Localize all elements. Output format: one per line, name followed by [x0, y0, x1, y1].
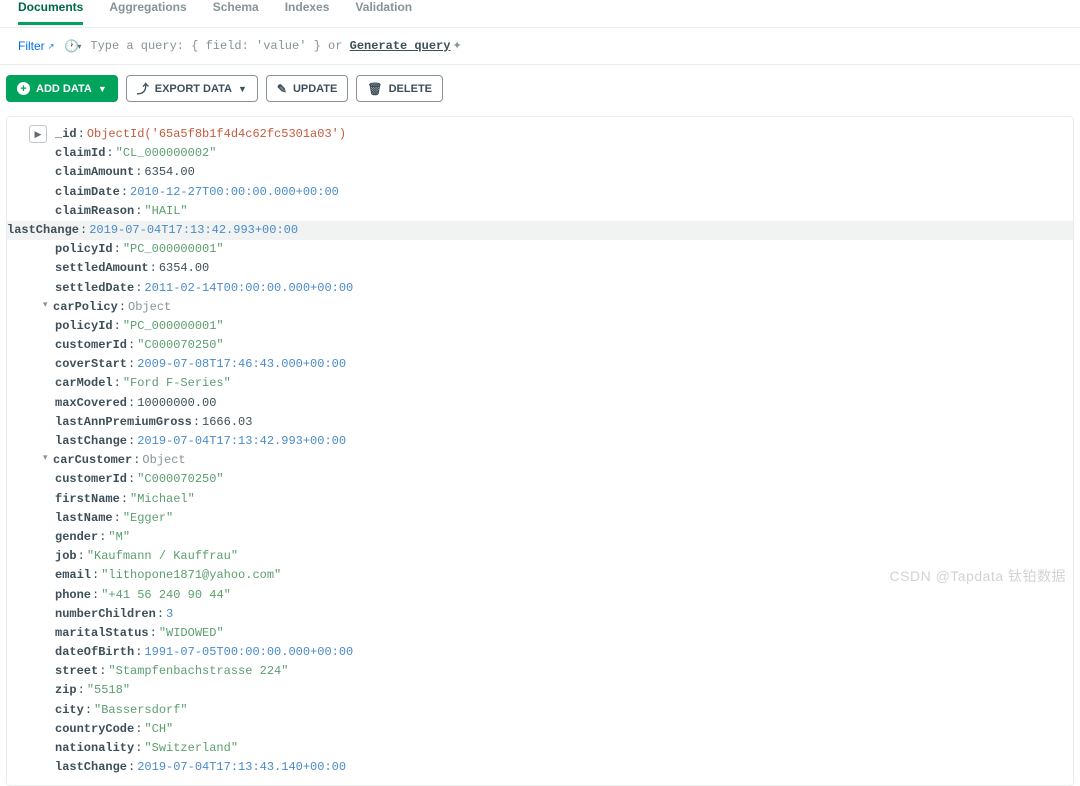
field-row[interactable]: dateOfBirth: 1991-07-05T00:00:00.000+00:…: [55, 643, 1063, 662]
tab-bar: Documents Aggregations Schema Indexes Valida…: [0, 0, 1080, 28]
trash-icon: 🗑: [367, 82, 382, 96]
export-icon: ⤴: [137, 80, 149, 97]
field-row[interactable]: claimReason: "HAIL": [55, 202, 1063, 221]
history-icon[interactable]: 🕐 ▾: [64, 38, 80, 54]
query-bar: Filter↗ 🕐 ▾ Type a query: { field: 'valu…: [0, 28, 1080, 65]
field-row[interactable]: settledDate: 2011-02-14T00:00:00.000+00:…: [55, 279, 1063, 298]
action-bar: +ADD DATA▼ ⤴EXPORT DATA▼ ✎UPDATE 🗑DELETE: [0, 65, 1080, 112]
caret-down-icon: ▼: [238, 84, 247, 94]
delete-button[interactable]: 🗑DELETE: [356, 75, 443, 102]
field-row[interactable]: lastChange: 2019-07-04T17:13:43.140+00:0…: [55, 758, 1063, 777]
document-content: _id: ObjectId('65a5f8b1f4d4c62fc5301a03'…: [25, 125, 1063, 777]
sparkle-icon: ✦: [452, 41, 461, 53]
field-row[interactable]: customerId: "C000070250": [55, 336, 1063, 355]
update-button[interactable]: ✎UPDATE: [266, 75, 348, 102]
field-row[interactable]: nationality: "Switzerland": [55, 739, 1063, 758]
document-card: ▶ _id: ObjectId('65a5f8b1f4d4c62fc5301a0…: [6, 116, 1074, 786]
expand-document-button[interactable]: ▶: [29, 125, 47, 143]
field-row[interactable]: settledAmount: 6354.00: [55, 259, 1063, 278]
field-row[interactable]: phone: "+41 56 240 90 44": [55, 586, 1063, 605]
field-row[interactable]: lastName: "Egger": [55, 509, 1063, 528]
field-row[interactable]: coverStart: 2009-07-08T17:46:43.000+00:0…: [55, 355, 1063, 374]
field-row[interactable]: policyId: "PC_000000001": [55, 317, 1063, 336]
field-row[interactable]: lastAnnPremiumGross: 1666.03: [55, 413, 1063, 432]
field-row[interactable]: _id: ObjectId('65a5f8b1f4d4c62fc5301a03'…: [55, 125, 1063, 144]
field-row[interactable]: customerId: "C000070250": [55, 470, 1063, 489]
tab-schema[interactable]: Schema: [213, 0, 259, 22]
field-row[interactable]: claimAmount: 6354.00: [55, 163, 1063, 182]
field-row[interactable]: ▾carCustomer: Object: [55, 451, 1063, 470]
pencil-icon: ✎: [277, 82, 287, 96]
tab-indexes[interactable]: Indexes: [285, 0, 330, 22]
plus-icon: +: [17, 82, 30, 95]
field-row[interactable]: lastChange: 2019-07-04T17:13:42.993+00:0…: [55, 432, 1063, 451]
tab-documents[interactable]: Documents: [18, 0, 83, 25]
field-row[interactable]: claimId: "CL_000000002": [55, 144, 1063, 163]
field-row[interactable]: countryCode: "CH": [55, 720, 1063, 739]
field-row[interactable]: city: "Bassersdorf": [55, 701, 1063, 720]
twisty-icon[interactable]: ▾: [43, 298, 53, 317]
field-row[interactable]: firstName: "Michael": [55, 490, 1063, 509]
field-row[interactable]: maxCovered: 10000000.00: [55, 394, 1063, 413]
field-row[interactable]: claimDate: 2010-12-27T00:00:00.000+00:00: [55, 183, 1063, 202]
field-row[interactable]: policyId: "PC_000000001": [55, 240, 1063, 259]
field-row[interactable]: maritalStatus: "WIDOWED": [55, 624, 1063, 643]
generate-query-link[interactable]: Generate query: [350, 39, 451, 53]
field-row[interactable]: numberChildren: 3: [55, 605, 1063, 624]
field-row[interactable]: street: "Stampfenbachstrasse 224": [55, 662, 1063, 681]
add-data-button[interactable]: +ADD DATA▼: [6, 75, 118, 102]
field-row[interactable]: zip: "5518": [55, 681, 1063, 700]
field-row[interactable]: gender: "M": [55, 528, 1063, 547]
export-data-button[interactable]: ⤴EXPORT DATA▼: [126, 75, 258, 102]
filter-link[interactable]: Filter↗: [18, 39, 54, 53]
field-row[interactable]: job: "Kaufmann / Kauffrau": [55, 547, 1063, 566]
caret-down-icon: ▼: [98, 84, 107, 94]
tab-validation[interactable]: Validation: [355, 0, 412, 22]
twisty-icon[interactable]: ▾: [43, 451, 53, 470]
query-input[interactable]: Type a query: { field: 'value' } or Gene…: [90, 39, 1062, 53]
tab-aggregations[interactable]: Aggregations: [109, 0, 186, 22]
external-icon: ↗: [48, 42, 55, 51]
field-row[interactable]: carModel: "Ford F-Series": [55, 374, 1063, 393]
watermark: CSDN @Tapdata 钛铂数据: [890, 566, 1066, 586]
field-row[interactable]: ▾carPolicy: Object: [55, 298, 1063, 317]
field-row[interactable]: lastChange: 2019-07-04T17:13:42.993+00:0…: [7, 221, 1073, 240]
